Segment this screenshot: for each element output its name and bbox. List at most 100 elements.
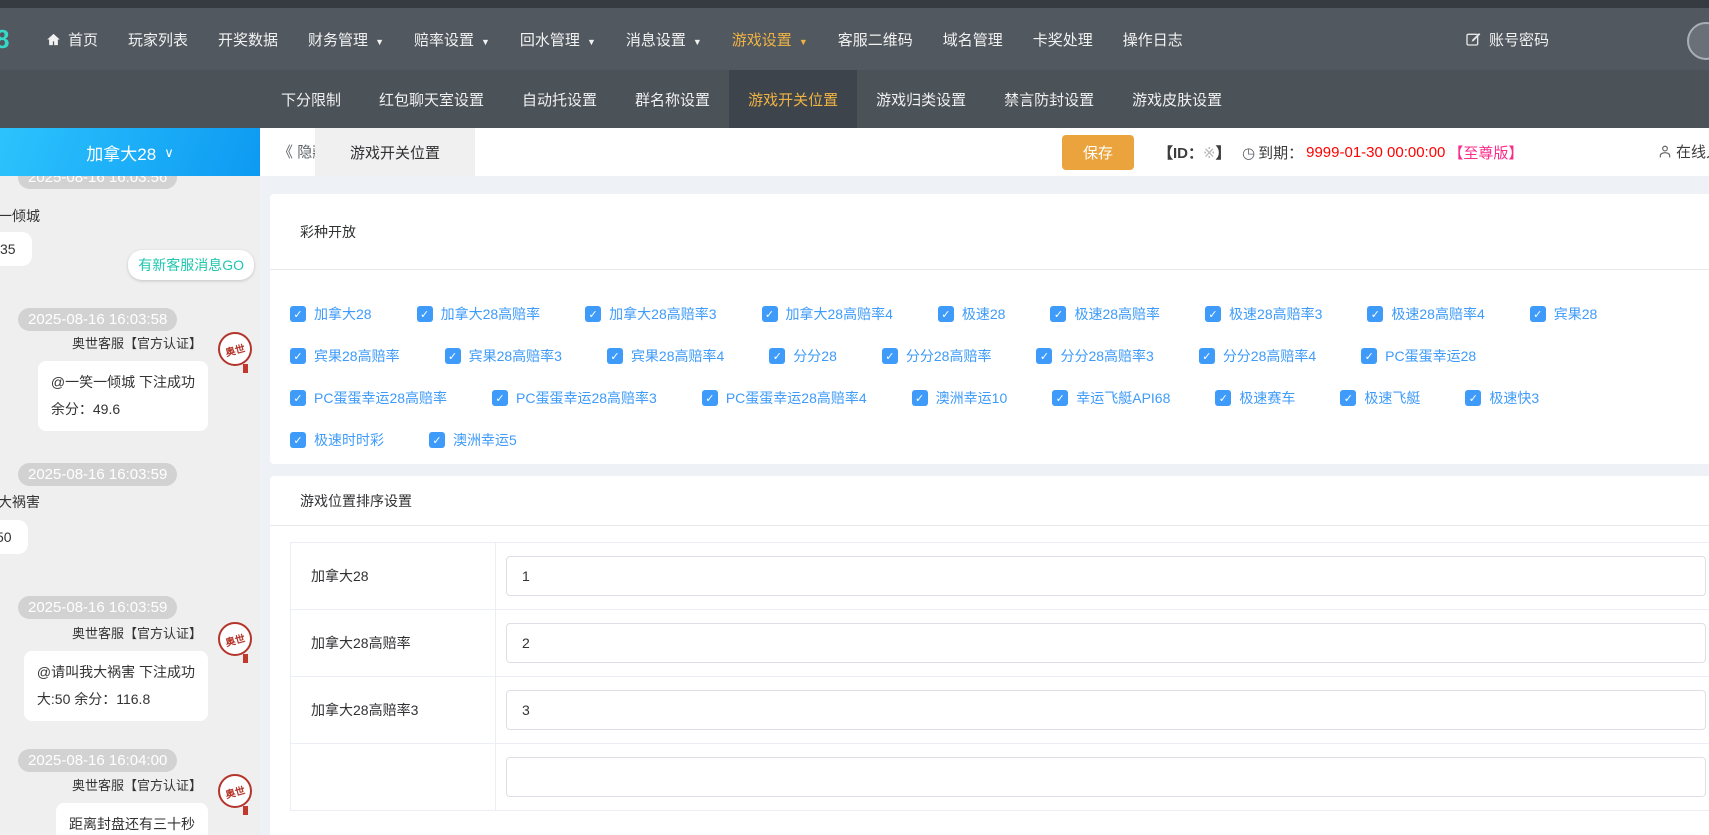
checkbox-checked-icon[interactable] — [290, 432, 306, 448]
lottery-checkbox-极速28高赔率[interactable]: 极速28高赔率 — [1050, 304, 1160, 324]
checkbox-checked-icon[interactable] — [702, 390, 718, 406]
checkbox-checked-icon[interactable] — [429, 432, 445, 448]
chat-message-list: 2025-08-16 16:03:56一倾城35有新客服消息GO2025-08-… — [0, 176, 260, 835]
lottery-checkbox-澳洲幸运5[interactable]: 澳洲幸运5 — [429, 430, 517, 450]
nav-item-9[interactable]: 客服二维码 — [838, 29, 913, 50]
lottery-checkbox-极速28[interactable]: 极速28 — [938, 304, 1006, 324]
checkbox-checked-icon[interactable] — [1340, 390, 1356, 406]
sort-order-input[interactable] — [506, 690, 1706, 730]
nav-item-2[interactable]: 玩家列表 — [128, 29, 188, 50]
checkbox-label: 澳洲幸运5 — [453, 430, 517, 450]
subnav-item-3[interactable]: 自动托设置 — [503, 70, 616, 128]
nav-item-7[interactable]: 消息设置 — [626, 29, 702, 50]
checkbox-checked-icon[interactable] — [1367, 306, 1383, 322]
nav-item-11[interactable]: 卡奖处理 — [1033, 29, 1093, 50]
lottery-checkbox-幸运飞艇API68[interactable]: 幸运飞艇API68 — [1052, 388, 1170, 408]
checkbox-label: 极速飞艇 — [1364, 388, 1420, 408]
lottery-checkbox-分分28高赔率[interactable]: 分分28高赔率 — [882, 346, 992, 366]
nav-item-1[interactable]: 首页 — [46, 29, 98, 50]
checkbox-checked-icon[interactable] — [1050, 306, 1066, 322]
avatar-text: 奥世 — [223, 629, 246, 649]
chevron-down-icon: ∨ — [164, 145, 174, 161]
lottery-checkbox-极速飞艇[interactable]: 极速飞艇 — [1340, 388, 1420, 408]
subnav-item-2[interactable]: 红包聊天室设置 — [360, 70, 503, 128]
sort-row-label — [291, 744, 496, 810]
lottery-checkbox-PC蛋蛋幸运28高赔率4[interactable]: PC蛋蛋幸运28高赔率4 — [702, 388, 867, 408]
checkbox-checked-icon[interactable] — [938, 306, 954, 322]
lottery-checkbox-极速28高赔率4[interactable]: 极速28高赔率4 — [1367, 304, 1484, 324]
sort-order-input[interactable] — [506, 623, 1706, 663]
nav-item-6[interactable]: 回水管理 — [520, 29, 596, 50]
new-service-message-button[interactable]: 有新客服消息GO — [128, 250, 254, 280]
avatar-seal — [243, 364, 248, 373]
subnav-item-7[interactable]: 禁言防封设置 — [985, 70, 1113, 128]
checkbox-checked-icon[interactable] — [1036, 348, 1052, 364]
tab-game-switch-position[interactable]: 游戏开关位置 — [315, 128, 475, 176]
nav-item-4[interactable]: 财务管理 — [308, 29, 384, 50]
service-bubble-line: @请叫我大祸害 下注成功 — [37, 659, 195, 686]
checkbox-checked-icon[interactable] — [1465, 390, 1481, 406]
clock-icon: ◷ — [1242, 144, 1255, 162]
lottery-checkbox-加拿大28高赔率[interactable]: 加拿大28高赔率 — [417, 304, 541, 324]
checkbox-checked-icon[interactable] — [882, 348, 898, 364]
lottery-checkbox-PC蛋蛋幸运28[interactable]: PC蛋蛋幸运28 — [1361, 346, 1476, 366]
checkbox-checked-icon[interactable] — [1530, 306, 1546, 322]
online-count: 在线人 — [1658, 141, 1709, 162]
checkbox-checked-icon[interactable] — [290, 390, 306, 406]
lottery-checkbox-极速时时彩[interactable]: 极速时时彩 — [290, 430, 384, 450]
checkbox-checked-icon[interactable] — [762, 306, 778, 322]
checkbox-checked-icon[interactable] — [290, 348, 306, 364]
lottery-open-panel: 彩种开放 加拿大28加拿大28高赔率加拿大28高赔率3加拿大28高赔率4极速28… — [270, 194, 1709, 464]
nav-item-label: 卡奖处理 — [1033, 29, 1093, 50]
checkbox-checked-icon[interactable] — [769, 348, 785, 364]
nav-item-3[interactable]: 开奖数据 — [218, 29, 278, 50]
lottery-checkbox-分分28高赔率3[interactable]: 分分28高赔率3 — [1036, 346, 1153, 366]
lottery-checkbox-宾果28高赔率4[interactable]: 宾果28高赔率4 — [607, 346, 724, 366]
checkbox-checked-icon[interactable] — [585, 306, 601, 322]
lottery-checkbox-分分28[interactable]: 分分28 — [769, 346, 837, 366]
nav-item-10[interactable]: 域名管理 — [943, 29, 1003, 50]
checkbox-checked-icon[interactable] — [607, 348, 623, 364]
subnav-item-8[interactable]: 游戏皮肤设置 — [1113, 70, 1241, 128]
checkbox-checked-icon[interactable] — [1052, 390, 1068, 406]
lottery-checkbox-极速快3[interactable]: 极速快3 — [1465, 388, 1539, 408]
nav-item-8[interactable]: 游戏设置 — [732, 29, 808, 50]
sidebar-game-selector[interactable]: 加拿大28 ∨ — [0, 128, 260, 176]
service-message: 奥世客服【官方认证】奥世@请叫我大祸害 下注成功大:50 余分：116.8 — [0, 624, 260, 721]
checkbox-checked-icon[interactable] — [1199, 348, 1215, 364]
subnav-item-6[interactable]: 游戏归类设置 — [857, 70, 985, 128]
service-bubble-line: @一笑一倾城 下注成功 — [51, 369, 195, 396]
lottery-checkbox-宾果28高赔率[interactable]: 宾果28高赔率 — [290, 346, 400, 366]
checkbox-checked-icon[interactable] — [1361, 348, 1377, 364]
id-close: 】 — [1216, 145, 1231, 162]
checkbox-checked-icon[interactable] — [912, 390, 928, 406]
checkbox-checked-icon[interactable] — [1205, 306, 1221, 322]
checkbox-checked-icon[interactable] — [445, 348, 461, 364]
lottery-checkbox-极速赛车[interactable]: 极速赛车 — [1215, 388, 1295, 408]
sort-order-input[interactable] — [506, 556, 1706, 596]
lottery-checkbox-澳洲幸运10[interactable]: 澳洲幸运10 — [912, 388, 1008, 408]
checkbox-checked-icon[interactable] — [492, 390, 508, 406]
lottery-checkbox-分分28高赔率4[interactable]: 分分28高赔率4 — [1199, 346, 1316, 366]
sort-order-input[interactable] — [506, 757, 1706, 797]
lottery-checkbox-宾果28高赔率3[interactable]: 宾果28高赔率3 — [445, 346, 562, 366]
subnav-item-5[interactable]: 游戏开关位置 — [729, 70, 857, 128]
lottery-checkbox-加拿大28高赔率3[interactable]: 加拿大28高赔率3 — [585, 304, 716, 324]
lottery-checkbox-加拿大28高赔率4[interactable]: 加拿大28高赔率4 — [762, 304, 893, 324]
lottery-checkbox-极速28高赔率3[interactable]: 极速28高赔率3 — [1205, 304, 1322, 324]
lottery-checkbox-PC蛋蛋幸运28高赔率[interactable]: PC蛋蛋幸运28高赔率 — [290, 388, 447, 408]
checkbox-checked-icon[interactable] — [290, 306, 306, 322]
checkbox-checked-icon[interactable] — [417, 306, 433, 322]
nav-item-12[interactable]: 操作日志 — [1123, 29, 1183, 50]
lottery-checkbox-宾果28[interactable]: 宾果28 — [1530, 304, 1598, 324]
table-row — [291, 744, 1709, 811]
lottery-checkbox-加拿大28[interactable]: 加拿大28 — [290, 304, 372, 324]
checkbox-grid: 加拿大28 加拿大28高赔率 加拿大28高赔率3 加拿大28高赔率4 极速28 极速28高… — [270, 270, 1709, 450]
account-password-link[interactable]: 账号密码 — [1465, 8, 1549, 70]
lottery-checkbox-PC蛋蛋幸运28高赔率3[interactable]: PC蛋蛋幸运28高赔率3 — [492, 388, 657, 408]
subnav-item-4[interactable]: 群名称设置 — [616, 70, 729, 128]
checkbox-checked-icon[interactable] — [1215, 390, 1231, 406]
nav-item-5[interactable]: 赔率设置 — [414, 29, 490, 50]
save-button[interactable]: 保存 — [1062, 135, 1134, 170]
subnav-item-1[interactable]: 下分限制 — [262, 70, 360, 128]
